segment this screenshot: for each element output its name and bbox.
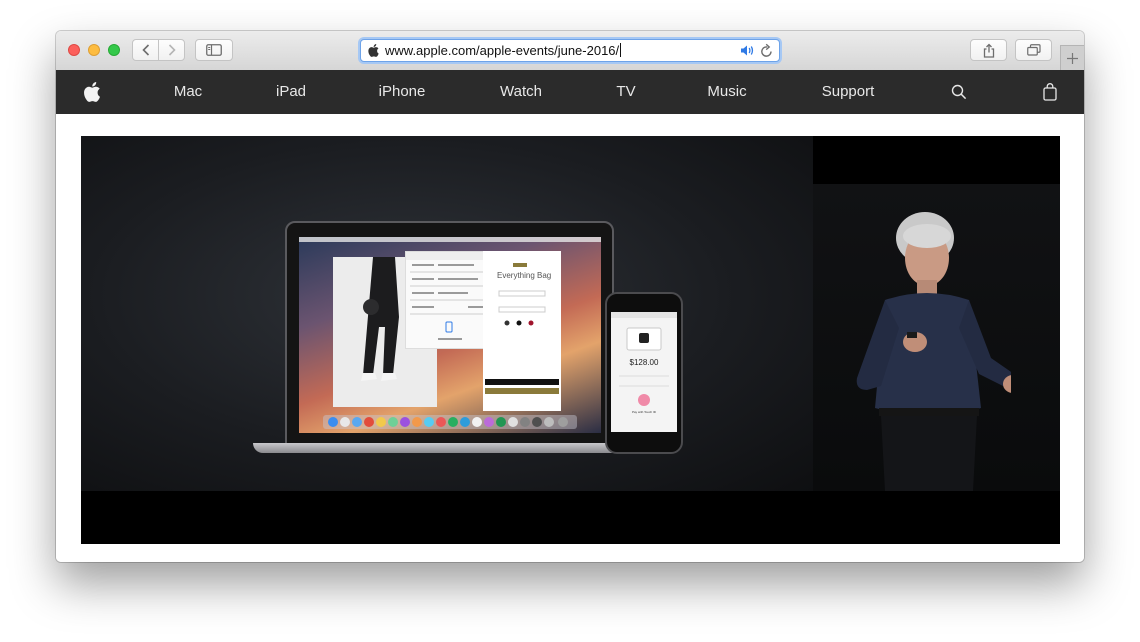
browser-toolbar: www.apple.com/apple-events/june-2016/	[56, 31, 1084, 71]
share-icon	[983, 43, 994, 58]
shop-product-panel: Everything Bag	[483, 251, 561, 411]
plus-icon	[1067, 52, 1078, 64]
mac-menu-bar	[299, 237, 601, 242]
reload-icon[interactable]	[760, 43, 773, 58]
page-content: Everything Bag $128.00 Pay with Touch ID	[56, 114, 1084, 562]
chevron-left-icon	[141, 44, 149, 56]
apple-logo-icon[interactable]	[84, 82, 101, 102]
shopping-bag-icon[interactable]	[1043, 82, 1057, 102]
chevron-right-icon	[168, 44, 176, 56]
search-icon[interactable]	[951, 82, 967, 102]
sidebar-icon	[206, 44, 222, 56]
close-window-button[interactable]	[68, 44, 80, 56]
nav-item-support[interactable]: Support	[822, 70, 875, 114]
nav-item-watch[interactable]: Watch	[500, 70, 542, 114]
back-button[interactable]	[132, 39, 159, 61]
text-caret	[620, 43, 622, 57]
address-bar[interactable]: www.apple.com/apple-events/june-2016/	[360, 39, 780, 62]
url-text[interactable]: www.apple.com/apple-events/june-2016/	[385, 43, 622, 58]
presenter-figure	[841, 208, 1023, 491]
presenter-camera-feed	[813, 184, 1060, 491]
touch-id-hint: Pay with Touch ID	[632, 410, 656, 414]
touch-id-icon	[638, 394, 650, 406]
nav-item-music[interactable]: Music	[707, 70, 746, 114]
tabs-overview-icon	[1026, 44, 1041, 56]
share-button[interactable]	[970, 39, 1007, 61]
apple-global-nav: Mac iPad iPhone Watch TV Music Support	[56, 70, 1084, 114]
nav-item-mac[interactable]: Mac	[174, 70, 202, 114]
nav-item-iphone[interactable]: iPhone	[379, 70, 426, 114]
event-video-player[interactable]: Everything Bag $128.00 Pay with Touch ID	[81, 136, 1060, 544]
browser-window: www.apple.com/apple-events/june-2016/ Ma…	[56, 31, 1084, 562]
new-tab-button[interactable]	[1060, 45, 1084, 70]
iphone-screen: $128.00 Pay with Touch ID	[611, 312, 677, 432]
apple-favicon-icon	[368, 44, 379, 57]
sidebar-toggle-button[interactable]	[195, 39, 233, 61]
nav-item-ipad[interactable]: iPad	[276, 70, 306, 114]
zoom-window-button[interactable]	[108, 44, 120, 56]
history-nav-group	[132, 39, 186, 61]
iphone-price-label: $128.00	[629, 358, 659, 367]
forward-button[interactable]	[158, 39, 185, 61]
keynote-slide: Everything Bag $128.00 Pay with Touch ID	[81, 136, 813, 491]
macbook-illustration: Everything Bag	[285, 221, 614, 445]
iphone-illustration: $128.00 Pay with Touch ID	[605, 292, 683, 454]
macbook-base	[253, 443, 649, 453]
show-all-tabs-button[interactable]	[1015, 39, 1052, 61]
macbook-screen: Everything Bag	[299, 237, 601, 433]
audio-playing-icon[interactable]	[740, 44, 755, 57]
minimize-window-button[interactable]	[88, 44, 100, 56]
mac-dock	[323, 415, 577, 429]
nav-item-tv[interactable]: TV	[616, 70, 635, 114]
